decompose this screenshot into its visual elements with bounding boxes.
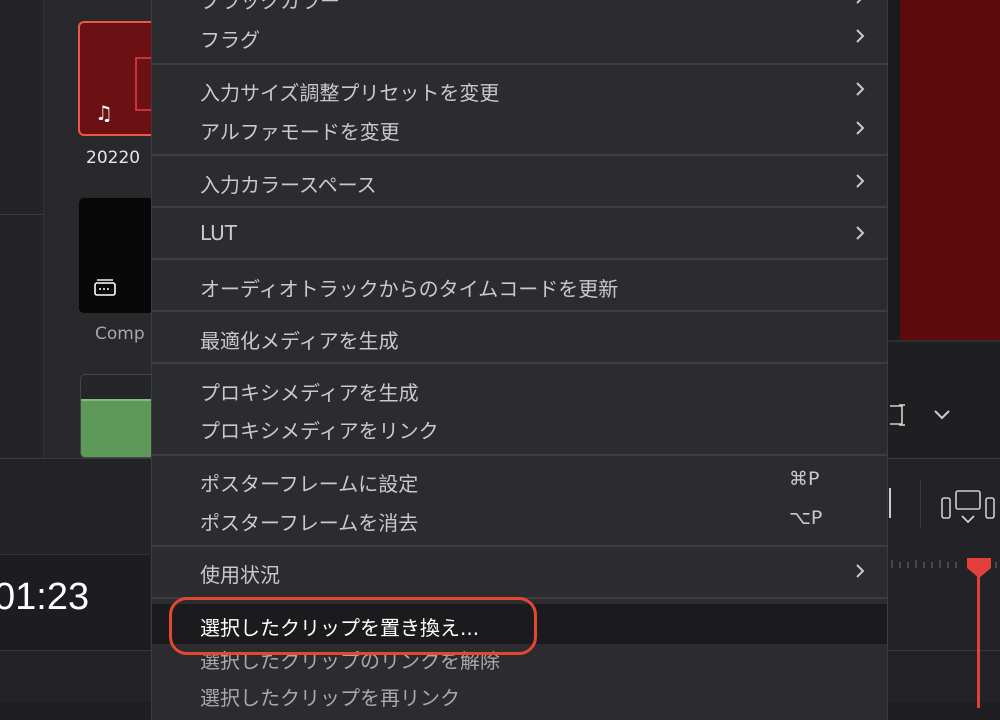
menu-separator	[152, 206, 887, 208]
menu-separator	[152, 545, 887, 547]
chevron-right-icon	[856, 564, 865, 578]
menu-item-clear-poster-frame[interactable]: ポスターフレームを消去 ⌥P	[152, 500, 887, 538]
toolbar-separator	[920, 480, 921, 528]
media-pool-panel: ♫ 20220 Comp	[0, 0, 158, 458]
chevron-right-icon	[856, 29, 865, 43]
clip-thumbnail-audio[interactable]: ♫	[78, 21, 158, 136]
menu-item-change-alpha-mode[interactable]: アルファモードを変更	[152, 109, 887, 147]
chevron-right-icon	[856, 121, 865, 135]
timecode-display: 01:23	[0, 576, 90, 618]
menu-separator	[152, 362, 887, 364]
sidebar-divider	[0, 214, 43, 215]
clip-label[interactable]: 20220	[86, 148, 140, 168]
source-viewer	[888, 0, 1000, 340]
chevron-right-icon	[856, 174, 865, 188]
menu-item-usage[interactable]: 使用状況	[152, 552, 887, 590]
viewer-controls	[888, 340, 1000, 460]
audio-waveform	[81, 401, 154, 457]
chevron-right-icon	[856, 0, 862, 4]
menu-item-update-timecode-from-audio[interactable]: オーディオトラックからのタイムコードを更新	[152, 266, 887, 304]
menu-separator	[152, 454, 887, 456]
highlight-annotation-ring	[169, 597, 537, 655]
chevron-right-icon	[856, 226, 865, 240]
menu-item-relink-selected-clips[interactable]: 選択したクリップを再リンク	[152, 682, 887, 720]
viewer-mode-icon[interactable]	[888, 404, 910, 426]
compound-clip-icon	[94, 279, 116, 296]
menu-separator	[152, 258, 887, 260]
menu-item-flag[interactable]: フラグ	[152, 17, 887, 55]
menu-item-lut[interactable]: LUT	[152, 214, 887, 252]
monitor-view-icon[interactable]	[940, 488, 996, 528]
menu-separator	[152, 310, 887, 312]
clip-label[interactable]: Comp	[95, 324, 145, 344]
playhead-handle[interactable]	[965, 556, 993, 580]
shortcut-label: ⌘P	[789, 468, 820, 490]
menu-item-generate-proxy-media[interactable]: プロキシメディアを生成	[152, 370, 887, 408]
clip-thumbnail-waveform[interactable]	[80, 374, 155, 458]
menu-item-clip-color[interactable]: ブラックカラー	[152, 0, 887, 16]
chevron-right-icon	[856, 82, 865, 96]
shortcut-label: ⌥P	[789, 507, 823, 529]
menu-item-input-color-space[interactable]: 入力カラースペース	[152, 162, 887, 200]
menu-item-change-input-sizing-preset[interactable]: 入力サイズ調整プリセットを変更	[152, 70, 887, 108]
toolbar-icon-fragment	[889, 488, 891, 518]
chevron-down-icon[interactable]	[933, 408, 951, 422]
viewer-clip-frame	[900, 0, 1000, 340]
clip-thumbnail-compound[interactable]	[79, 198, 154, 313]
menu-separator	[152, 63, 887, 65]
menu-item-set-poster-frame[interactable]: ポスターフレームに設定 ⌘P	[152, 461, 887, 499]
menu-separator	[152, 154, 887, 156]
music-note-icon: ♫	[95, 101, 113, 125]
playhead-line[interactable]	[977, 568, 980, 708]
menu-item-generate-optimized-media[interactable]: 最適化メディアを生成	[152, 318, 887, 356]
media-pool-sidebar	[0, 0, 44, 458]
menu-item-link-proxy-media[interactable]: プロキシメディアをリンク	[152, 408, 887, 446]
